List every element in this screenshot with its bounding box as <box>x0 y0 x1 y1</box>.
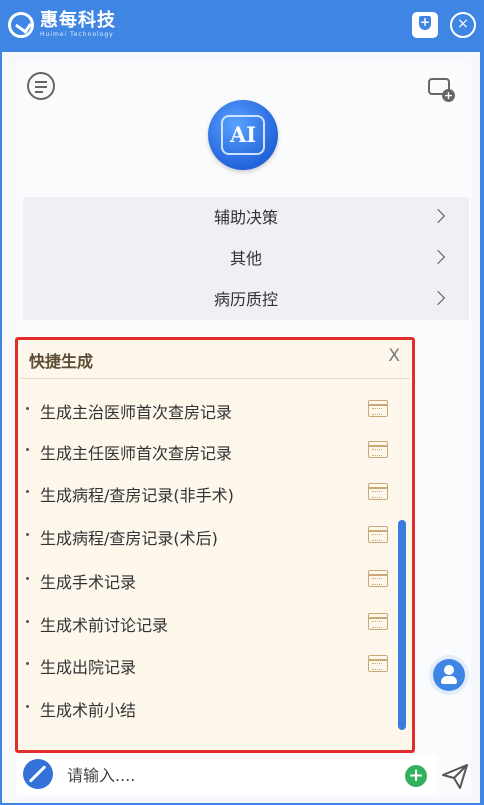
ai-badge-label: AI <box>221 115 265 155</box>
nav-item-record-qc[interactable]: 病历质控 <box>23 279 469 320</box>
logo-text: 惠每科技 <box>40 10 116 31</box>
quick-generate-header: 快捷生成 X <box>20 340 410 379</box>
chevron-right-icon <box>430 249 446 265</box>
quick-item-label: 生成术前小结 <box>40 701 137 720</box>
nav-item-other[interactable]: 其他 <box>23 238 469 279</box>
quick-item-label: 生成术前讨论记录 <box>40 616 169 635</box>
chat-input[interactable] <box>65 762 389 788</box>
quick-item-label: 生成主治医师首次查房记录 <box>40 403 233 422</box>
add-icon[interactable]: + <box>405 765 427 787</box>
close-icon[interactable]: × <box>450 12 476 38</box>
scrollbar[interactable] <box>398 520 406 730</box>
calendar-icon <box>368 400 388 417</box>
nav-item-decision-support[interactable]: 辅助决策 <box>23 197 469 238</box>
nav-list: 辅助决策 其他 病历质控 <box>23 197 469 320</box>
user-service-icon[interactable] <box>433 659 465 691</box>
send-icon[interactable] <box>440 761 470 791</box>
chevron-right-icon <box>430 208 446 224</box>
bullet-icon <box>26 662 29 665</box>
logo-subtext: Huimei Technology <box>40 31 114 38</box>
title-bar: 惠每科技 Huimei Technology × <box>0 0 484 52</box>
calendar-icon <box>368 570 388 587</box>
bullet-icon <box>26 407 29 410</box>
bullet-icon <box>26 577 29 580</box>
chat-input-bar: + <box>17 754 437 794</box>
message-add-icon[interactable]: + <box>428 78 455 102</box>
calendar-icon <box>368 526 388 543</box>
quick-item[interactable]: 生成病程/查房记录(术后) <box>18 516 410 554</box>
quick-item-label: 生成手术记录 <box>40 573 137 592</box>
chevron-right-icon <box>430 290 446 306</box>
nav-item-label: 其他 <box>229 249 262 268</box>
quick-item[interactable]: 生成主治医师首次查房记录 <box>18 390 410 428</box>
calendar-icon <box>368 441 388 458</box>
nav-item-label: 病历质控 <box>213 290 278 309</box>
calendar-icon <box>368 655 388 672</box>
quick-item[interactable]: 生成术前小结 <box>18 688 410 726</box>
menu-list-icon[interactable] <box>27 72 55 100</box>
bullet-icon <box>26 705 29 708</box>
bullet-icon <box>26 533 29 536</box>
close-icon[interactable]: X <box>388 346 400 366</box>
quick-generate-panel: 快捷生成 X 生成主治医师首次查房记录 生成主任医师首次查房记录 生成病程/查房… <box>15 337 415 753</box>
nav-item-label: 辅助决策 <box>213 208 278 227</box>
quick-item[interactable]: 生成出院记录 <box>18 645 410 683</box>
bullet-icon <box>26 448 29 451</box>
quick-item[interactable]: 生成手术记录 <box>18 560 410 598</box>
brand-logo: 惠每科技 Huimei Technology <box>8 10 116 40</box>
logo-icon <box>8 12 34 38</box>
quick-item[interactable]: 生成病程/查房记录(非手术) <box>18 473 410 511</box>
calendar-icon <box>368 613 388 630</box>
pen-icon[interactable] <box>23 759 53 789</box>
quick-item-label: 生成病程/查房记录(非手术) <box>40 486 234 505</box>
shield-plus-icon[interactable] <box>412 12 438 38</box>
quick-item-label: 生成出院记录 <box>40 658 137 677</box>
quick-item[interactable]: 生成主任医师首次查房记录 <box>18 431 410 469</box>
quick-generate-title: 快捷生成 <box>29 352 94 371</box>
ai-assistant-badge: AI <box>208 100 278 170</box>
quick-item[interactable]: 生成术前讨论记录 <box>18 603 410 641</box>
quick-item-label: 生成病程/查房记录(术后) <box>40 529 218 548</box>
calendar-icon <box>368 483 388 500</box>
quick-item-label: 生成主任医师首次查房记录 <box>40 444 233 463</box>
bullet-icon <box>26 620 29 623</box>
bullet-icon <box>26 490 29 493</box>
